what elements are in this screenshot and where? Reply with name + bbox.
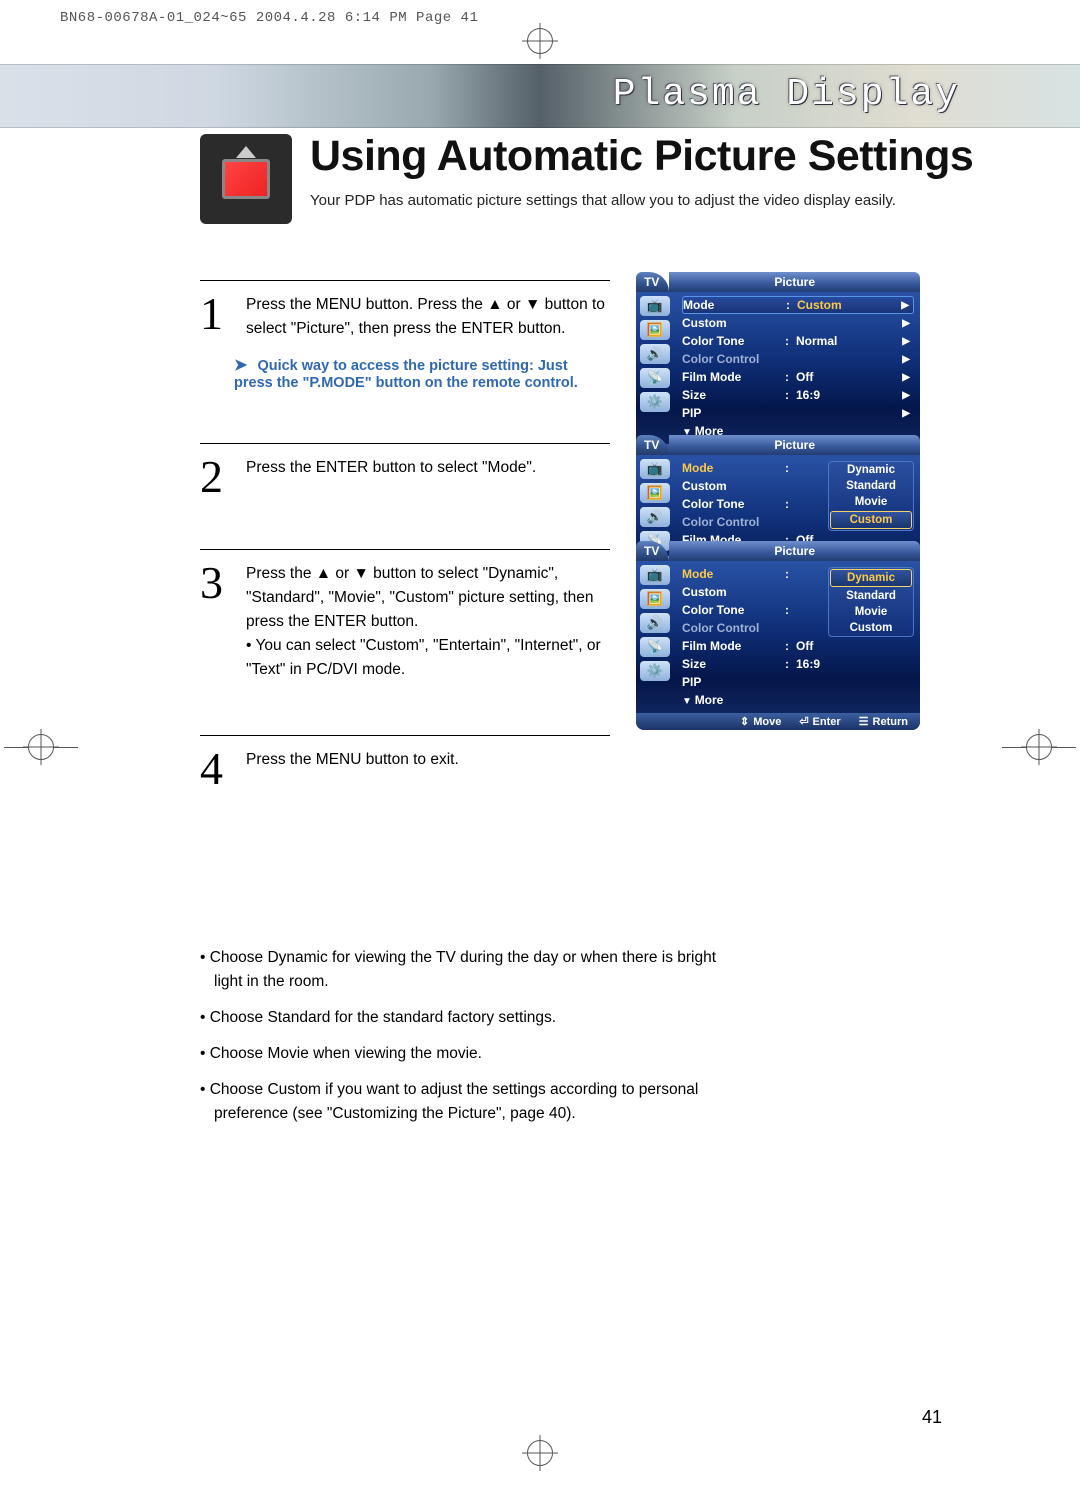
osd-mode-popup: Dynamic Standard Movie Custom — [828, 461, 914, 531]
step-4-text: Press the MENU button to exit. — [246, 748, 459, 789]
page-number: 41 — [922, 1407, 942, 1428]
notes-list: Choose Dynamic for viewing the TV during… — [200, 946, 720, 1138]
osd-popup-custom: Custom — [829, 620, 913, 636]
step-3-block: 3 Press the ▲ or ▼ button to select "Dyn… — [200, 549, 940, 682]
print-header-line: BN68-00678A-01_024~65 2004.4.28 6:14 PM … — [60, 10, 478, 26]
osd-tab: TV — [636, 272, 669, 292]
osd-popup-dynamic: Dynamic — [829, 462, 913, 478]
osd-row-size: Size:16:9▶ — [682, 386, 914, 404]
osd-sidebar: 📺 🖼️ 🔊 📡 ⚙️ — [640, 296, 676, 437]
step-3-text: Press the ▲ or ▼ button to select "Dynam… — [246, 562, 612, 682]
osd-row-colortone: Color Tone:Normal▶ — [682, 332, 914, 350]
note-dynamic: Choose Dynamic for viewing the TV during… — [200, 946, 720, 994]
osd-screenshot-1: TV Picture 📺 🖼️ 🔊 📡 ⚙️ Mode : Custom ▶ — [636, 272, 920, 461]
osd-row-size: Size:16:9 — [682, 655, 914, 673]
step-1-tip: ➤ Quick way to access the picture settin… — [234, 355, 600, 391]
osd-row-custom: Custom▶ — [682, 314, 914, 332]
note-standard: Choose Standard for the standard factory… — [200, 1006, 720, 1030]
page-title: Using Automatic Picture Settings — [310, 132, 973, 181]
step-1-block: 1 Press the MENU button. Press the ▲ or … — [200, 280, 940, 391]
step-4-block: 4 Press the MENU button to exit. — [200, 735, 940, 789]
osd-sound-icon: 🔊 — [640, 507, 670, 527]
step-4-number: 4 — [200, 748, 228, 789]
osd-popup-standard: Standard — [829, 588, 913, 604]
osd-mode-popup: Dynamic Standard Movie Custom — [828, 567, 914, 637]
osd-popup-custom: Custom — [830, 511, 912, 529]
osd-screenshot-3: TV Picture 📺 🖼️ 🔊 📡 ⚙️ Mode: Custom — [636, 541, 920, 730]
osd-popup-movie: Movie — [829, 604, 913, 620]
osd-row-filmmode: Film Mode:Off▶ — [682, 368, 914, 386]
osd-row-filmmode: Film Mode:Off — [682, 637, 914, 655]
osd-popup-movie: Movie — [829, 494, 913, 510]
note-movie: Choose Movie when viewing the movie. — [200, 1042, 720, 1066]
tv-icon — [200, 134, 292, 224]
osd-row-mode: Mode : Custom ▶ — [682, 296, 914, 314]
osd-row-more: More — [682, 691, 914, 709]
step-1-tip-text: Quick way to access the picture setting:… — [234, 358, 578, 391]
crop-mark-left — [4, 734, 78, 760]
step-2-block: 2 Press the ENTER button to select "Mode… — [200, 443, 940, 497]
osd-input-icon: 📺 — [640, 296, 670, 316]
content-area: 1 Press the MENU button. Press the ▲ or … — [200, 280, 940, 841]
osd-popup-dynamic: Dynamic — [830, 569, 912, 587]
osd-title: Picture — [669, 272, 920, 292]
crop-mark-right — [1002, 734, 1076, 760]
osd-setup-icon: ⚙️ — [640, 392, 670, 412]
osd-input-icon: 📺 — [640, 459, 670, 479]
osd-channel-icon: 📡 — [640, 637, 670, 657]
osd-channel-icon: 📡 — [640, 368, 670, 388]
page-banner: Plasma Display — [0, 64, 1080, 128]
osd-row-colorcontrol: Color Control▶ — [682, 350, 914, 368]
banner-title: Plasma Display — [613, 73, 960, 116]
crop-mark-top — [527, 28, 553, 54]
crop-mark-bottom — [527, 1440, 553, 1466]
step-3-number: 3 — [200, 562, 228, 682]
page-subtitle: Your PDP has automatic picture settings … — [310, 192, 896, 209]
tip-arrow-icon: ➤ — [234, 357, 247, 374]
osd-input-icon: 📺 — [640, 565, 670, 585]
osd-setup-icon: ⚙️ — [640, 661, 670, 681]
osd-row-pip: PIP — [682, 673, 914, 691]
osd-sound-icon: 🔊 — [640, 613, 670, 633]
osd-sound-icon: 🔊 — [640, 344, 670, 364]
step-1-text: Press the MENU button. Press the ▲ or ▼ … — [246, 293, 612, 341]
osd-picture-icon: 🖼️ — [640, 589, 670, 609]
osd-popup-standard: Standard — [829, 478, 913, 494]
osd-picture-icon: 🖼️ — [640, 483, 670, 503]
step-2-text: Press the ENTER button to select "Mode". — [246, 456, 536, 497]
osd-picture-icon: 🖼️ — [640, 320, 670, 340]
note-custom: Choose Custom if you want to adjust the … — [200, 1078, 720, 1126]
step-1-number: 1 — [200, 293, 228, 341]
osd-row-pip: PIP▶ — [682, 404, 914, 422]
step-2-number: 2 — [200, 456, 228, 497]
